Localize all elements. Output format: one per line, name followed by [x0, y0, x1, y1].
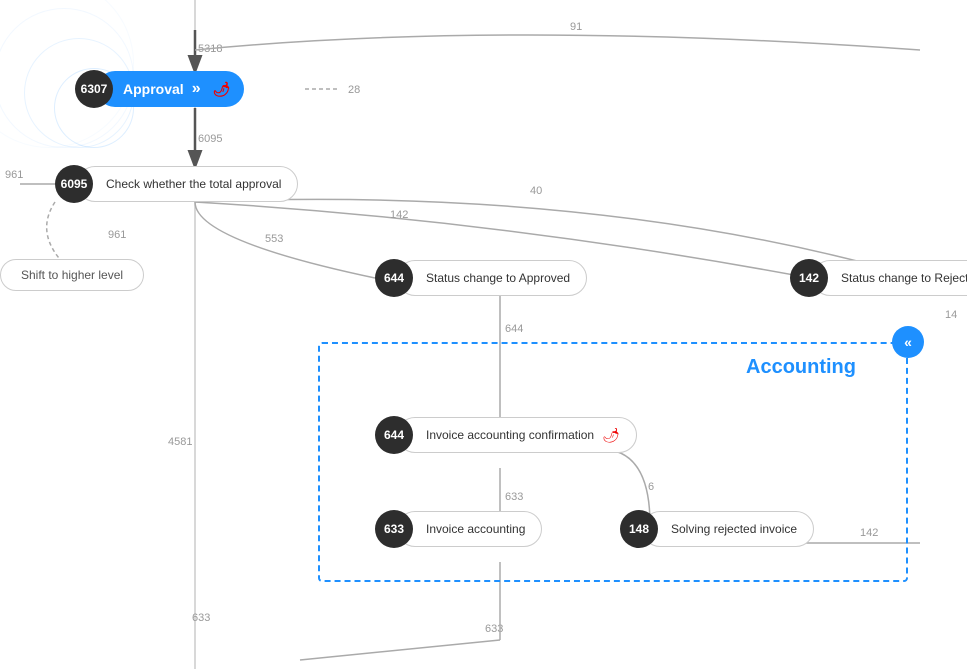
check-approval-badge: 6095	[55, 165, 93, 203]
invoice-confirm-badge: 644	[375, 416, 413, 454]
shift-higher-node[interactable]: Shift to higher level	[0, 259, 144, 291]
solving-rejected-node[interactable]: 148 Solving rejected invoice	[620, 510, 814, 548]
svg-text:961: 961	[108, 229, 126, 241]
status-rejected-node[interactable]: 142 Status change to Rejected	[790, 259, 967, 297]
svg-text:633: 633	[485, 623, 503, 635]
status-rejected-badge: 142	[790, 259, 828, 297]
solving-rejected-label: Solving rejected invoice	[642, 511, 814, 547]
approval-node-badge: 6307	[75, 70, 113, 108]
approval-arrows-icon: »	[192, 80, 201, 98]
svg-text:6095: 6095	[198, 133, 222, 145]
solving-rejected-badge: 148	[620, 510, 658, 548]
status-approved-badge: 644	[375, 259, 413, 297]
invoice-accounting-badge: 633	[375, 510, 413, 548]
chili-icon-2: 🌶	[602, 427, 620, 444]
check-approval-label: Check whether the total approval	[77, 166, 298, 202]
accounting-label: Accounting	[746, 356, 856, 379]
svg-text:4581: 4581	[168, 436, 192, 448]
accounting-collapse-button[interactable]: «	[892, 326, 924, 358]
accounting-box: « Accounting 644 Invoice accounting conf…	[318, 342, 908, 582]
invoice-accounting-label: Invoice accounting	[397, 511, 542, 547]
svg-text:553: 553	[265, 233, 283, 245]
svg-text:28: 28	[348, 84, 360, 96]
svg-text:40: 40	[530, 185, 542, 197]
approval-node[interactable]: 6307 Approval » 🌶	[75, 70, 244, 108]
invoice-accounting-confirm-node[interactable]: 644 Invoice accounting confirmation 🌶	[375, 416, 637, 454]
status-approved-node[interactable]: 644 Status change to Approved	[375, 259, 587, 297]
invoice-confirm-label: Invoice accounting confirmation 🌶	[397, 417, 637, 453]
svg-text:142: 142	[390, 209, 408, 221]
shift-higher-label: Shift to higher level	[21, 268, 123, 282]
status-approved-label: Status change to Approved	[397, 260, 587, 296]
svg-text:961: 961	[5, 169, 23, 181]
check-approval-node[interactable]: 6095 Check whether the total approval	[55, 165, 298, 203]
invoice-accounting-node[interactable]: 633 Invoice accounting	[375, 510, 542, 548]
svg-text:14: 14	[945, 309, 957, 321]
svg-text:5318: 5318	[198, 43, 222, 55]
svg-text:644: 644	[505, 323, 523, 335]
svg-text:91: 91	[570, 21, 582, 33]
approval-node-label: Approval » 🌶	[97, 71, 244, 107]
edge-label-633-bottom: 633	[192, 612, 210, 624]
chili-icon: 🌶	[213, 81, 231, 98]
status-rejected-label: Status change to Rejected	[812, 260, 967, 296]
